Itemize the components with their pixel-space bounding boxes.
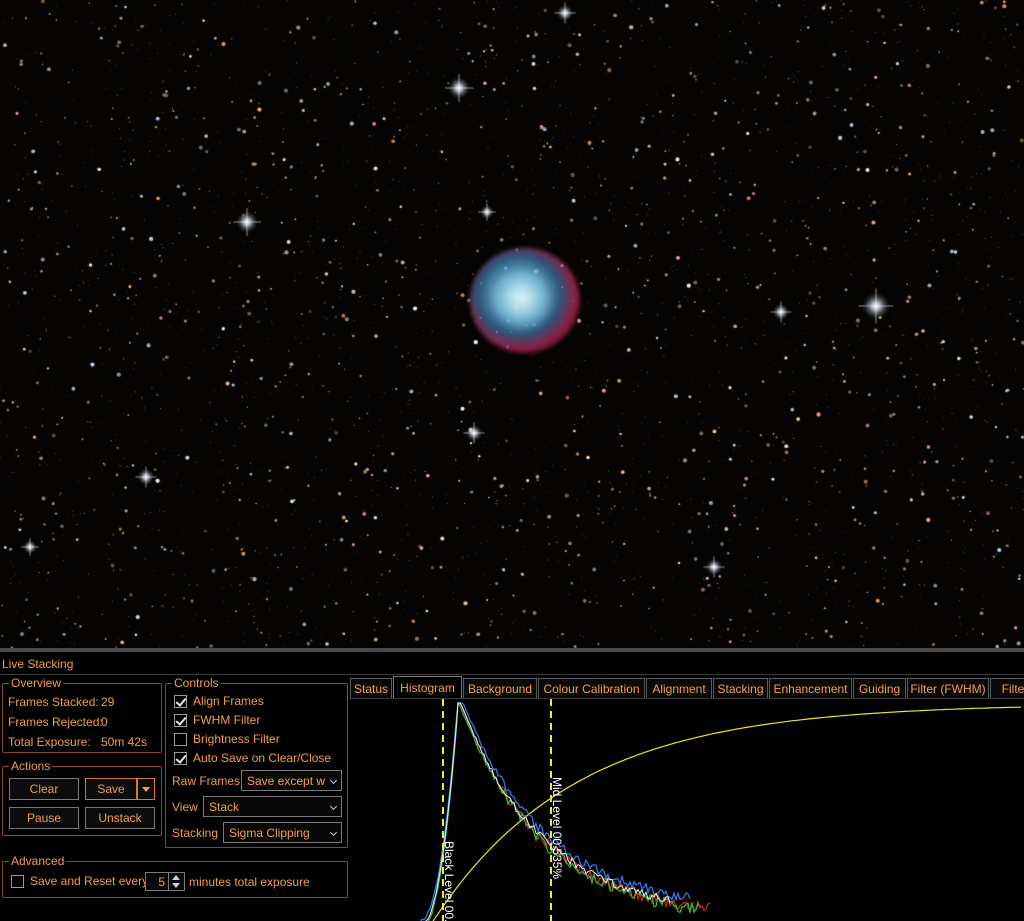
tab-filter-fwhm[interactable]: Filter (FWHM) (907, 678, 989, 698)
chevron-down-icon[interactable] (172, 883, 180, 888)
panel-title: Live Stacking (2, 657, 74, 671)
checkbox-icon[interactable] (174, 694, 187, 708)
view-select[interactable]: Stack (203, 796, 342, 817)
frames-rejected-label: Frames Rejected: (8, 715, 103, 729)
tab-status[interactable]: Status (350, 678, 392, 698)
chevron-down-icon (329, 802, 338, 811)
stacked-image-view[interactable] (0, 0, 1024, 648)
raw-frames-label: Raw Frames (172, 774, 241, 788)
total-exposure-value: 50m 42s (101, 735, 148, 749)
advanced-legend: Advanced (9, 854, 67, 868)
advanced-group: Advanced Save and Reset every 5 minutes … (2, 854, 348, 898)
fwhm-filter-label: FWHM Filter (193, 713, 261, 727)
panel-title-divider (0, 674, 1024, 675)
raw-frames-value: Save except w (247, 773, 326, 788)
checkbox-icon[interactable] (174, 732, 187, 746)
view-value: Stack (209, 799, 240, 814)
tab-stacking[interactable]: Stacking (713, 678, 768, 698)
histogram-plot[interactable]: Black Level 00. Mid Level 00.535% (350, 699, 1024, 921)
chevron-up-icon[interactable] (172, 875, 180, 880)
histogram-view[interactable]: Black Level 00. Mid Level 00.535% (350, 698, 1024, 921)
black-level-label: Black Level 00. (442, 841, 456, 921)
actions-legend: Actions (9, 759, 53, 773)
chevron-down-icon (142, 786, 150, 792)
tab-background[interactable]: Background (463, 678, 537, 698)
frames-stacked-value: 29 (101, 695, 115, 709)
stretch-curve (432, 706, 1022, 921)
minutes-stepper[interactable]: 5 (145, 872, 185, 891)
brightness-filter-label: Brightness Filter (193, 732, 280, 746)
stacking-label: Stacking (172, 826, 219, 840)
minutes-value[interactable]: 5 (146, 875, 168, 889)
tab-enhancement[interactable]: Enhancement (769, 678, 852, 698)
clear-button[interactable]: Clear (9, 778, 79, 800)
tab-alignment[interactable]: Alignment (646, 678, 712, 698)
frames-stacked-label: Frames Stacked: (8, 695, 99, 709)
save-options-button[interactable] (137, 778, 155, 800)
save-reset-label: Save and Reset every (30, 874, 149, 888)
auto-save-checkbox[interactable]: Auto Save on Clear/Close (174, 751, 331, 765)
controls-group: Controls Align Frames FWHM Filter Bright… (165, 676, 348, 848)
raw-frames-select[interactable]: Save except w (241, 770, 342, 791)
tab-colour-calibration[interactable]: Colour Calibration (538, 678, 645, 698)
brightness-filter-checkbox[interactable]: Brightness Filter (174, 732, 280, 746)
histogram-white (425, 702, 671, 921)
nebula-core (492, 268, 552, 330)
save-reset-checkbox[interactable]: Save and Reset every (11, 874, 148, 888)
minutes-suffix: minutes total exposure (189, 875, 310, 889)
tab-bar: Status Histogram Background Colour Calib… (350, 676, 1024, 698)
live-stacking-panel: Live Stacking Overview Frames Stacked: 2… (0, 648, 1024, 921)
checkbox-icon[interactable] (174, 751, 187, 765)
auto-save-label: Auto Save on Clear/Close (193, 751, 332, 765)
tab-guiding[interactable]: Guiding (853, 678, 906, 698)
align-frames-label: Align Frames (193, 694, 264, 708)
stacking-value: Sigma Clipping (229, 825, 310, 840)
controls-legend: Controls (172, 676, 221, 690)
pause-button[interactable]: Pause (9, 807, 79, 829)
fwhm-filter-checkbox[interactable]: FWHM Filter (174, 713, 260, 727)
stacking-select[interactable]: Sigma Clipping (223, 822, 342, 843)
unstack-button[interactable]: Unstack (85, 807, 155, 829)
frames-rejected-value: 0 (101, 715, 108, 729)
align-frames-checkbox[interactable]: Align Frames (174, 694, 264, 708)
chevron-down-icon (329, 828, 338, 837)
actions-group: Actions Clear Save Pause Unstack (2, 759, 162, 836)
mid-level-label: Mid Level 00.535% (550, 777, 564, 879)
view-label: View (172, 800, 198, 814)
overview-group: Overview Frames Stacked: 29 Frames Rejec… (2, 676, 162, 753)
save-button[interactable]: Save (85, 778, 137, 800)
histogram-red (428, 702, 711, 921)
overview-legend: Overview (9, 676, 64, 690)
chevron-down-icon (329, 776, 338, 785)
total-exposure-label: Total Exposure: (8, 735, 91, 749)
tab-histogram[interactable]: Histogram (393, 676, 462, 698)
checkbox-icon[interactable] (11, 874, 24, 888)
checkbox-icon[interactable] (174, 713, 187, 727)
tab-filter[interactable]: Filter (990, 678, 1024, 698)
stepper-buttons[interactable] (168, 873, 182, 890)
